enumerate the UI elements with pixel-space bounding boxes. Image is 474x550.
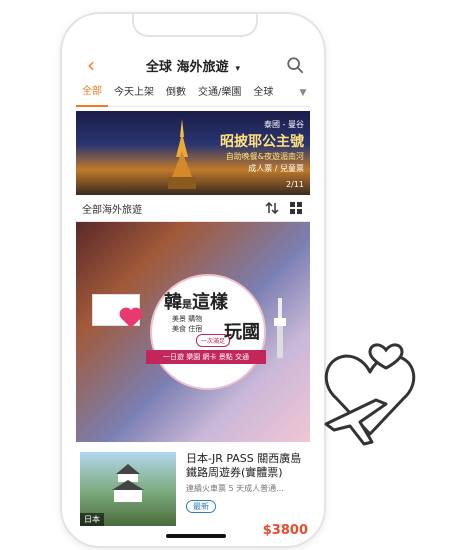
grid-icon[interactable] bbox=[288, 200, 304, 216]
feature-line-1: 美景 購物 bbox=[172, 315, 203, 323]
phone-notch bbox=[132, 14, 258, 37]
category-tabs: 全部 今天上架 倒數 交通/樂園 全球 ▼ bbox=[76, 80, 310, 107]
promo-banner[interactable]: 泰國 - 曼谷 昭披耶公主號 自助晚餐&夜遊湄南河 成人票 / 兒童票 2/11 bbox=[76, 111, 310, 195]
plane-heart-decoration-icon bbox=[324, 343, 416, 446]
product-description: 連續火車票 5 天成人普通... bbox=[186, 484, 284, 493]
temple-icon bbox=[168, 119, 196, 189]
tab-global[interactable]: 全球 bbox=[247, 80, 279, 106]
page-title-group[interactable]: 全球 海外旅遊 ▾ bbox=[146, 56, 240, 75]
feature-title-a: 韓是這樣 bbox=[164, 288, 228, 314]
castle-icon bbox=[112, 464, 144, 502]
heart-icon bbox=[119, 307, 143, 328]
korea-feature-banner[interactable]: 韓是這樣 美景 購物 美食 住宿 一次滿足 玩國 一日遊 樂園 網卡 景點 交通 bbox=[76, 222, 310, 442]
filter-bar: 全部海外旅遊 bbox=[76, 195, 310, 222]
tabs-more-icon[interactable]: ▼ bbox=[296, 80, 310, 106]
app-screen: ‹ 全球 海外旅遊 ▾ 全部 今天上架 倒數 交通/樂園 全球 ▼ 泰國 - 曼… bbox=[76, 50, 310, 540]
top-bar: ‹ 全球 海外旅遊 ▾ bbox=[76, 50, 310, 80]
banner-title: 昭披耶公主號 bbox=[220, 134, 304, 150]
banner-page-indicator: 2/11 bbox=[286, 180, 304, 189]
feature-title-c: 玩國 bbox=[224, 322, 260, 343]
phone-frame: ‹ 全球 海外旅遊 ▾ 全部 今天上架 倒數 交通/樂園 全球 ▼ 泰國 - 曼… bbox=[60, 12, 326, 548]
product-thumbnail: 日本 bbox=[80, 452, 176, 526]
banner-price-note: 成人票 / 兒童票 bbox=[248, 164, 304, 173]
feature-title-char: 韓 bbox=[164, 292, 182, 313]
tab-transport-parks[interactable]: 交通/樂園 bbox=[192, 80, 247, 106]
tab-countdown[interactable]: 倒數 bbox=[160, 80, 192, 106]
product-card[interactable]: 日本 日本-JR PASS 關西廣島鐵路周遊券(實體票) 連續火車票 5 天成人… bbox=[76, 442, 310, 540]
thumbnail-label: 日本 bbox=[80, 513, 104, 526]
new-badge: 最新 bbox=[186, 500, 216, 513]
home-indicator bbox=[166, 534, 226, 538]
feature-line-2: 美食 住宿 bbox=[172, 325, 203, 333]
chevron-left-icon[interactable]: ‹ bbox=[80, 54, 102, 76]
filter-label[interactable]: 全部海外旅遊 bbox=[82, 201, 142, 216]
product-price: $3800 bbox=[262, 523, 308, 538]
feature-title-small: 是 bbox=[182, 300, 192, 311]
chevron-down-icon: ▾ bbox=[235, 63, 241, 74]
feature-strip: 一日遊 樂園 網卡 景點 交通 bbox=[146, 350, 266, 364]
product-title: 日本-JR PASS 關西廣島鐵路周遊券(實體票) bbox=[186, 452, 302, 479]
page-title: 全球 海外旅遊 bbox=[145, 59, 229, 75]
banner-tag: 泰國 - 曼谷 bbox=[264, 120, 304, 129]
feature-title-b: 這樣 bbox=[192, 292, 228, 313]
tab-new-today[interactable]: 今天上架 bbox=[108, 80, 160, 106]
seoul-tower-icon bbox=[274, 298, 286, 358]
tab-all[interactable]: 全部 bbox=[76, 79, 108, 107]
banner-subtitle: 自助晚餐&夜遊湄南河 bbox=[225, 152, 304, 161]
search-icon[interactable] bbox=[286, 56, 304, 74]
sort-icon[interactable] bbox=[264, 200, 280, 216]
